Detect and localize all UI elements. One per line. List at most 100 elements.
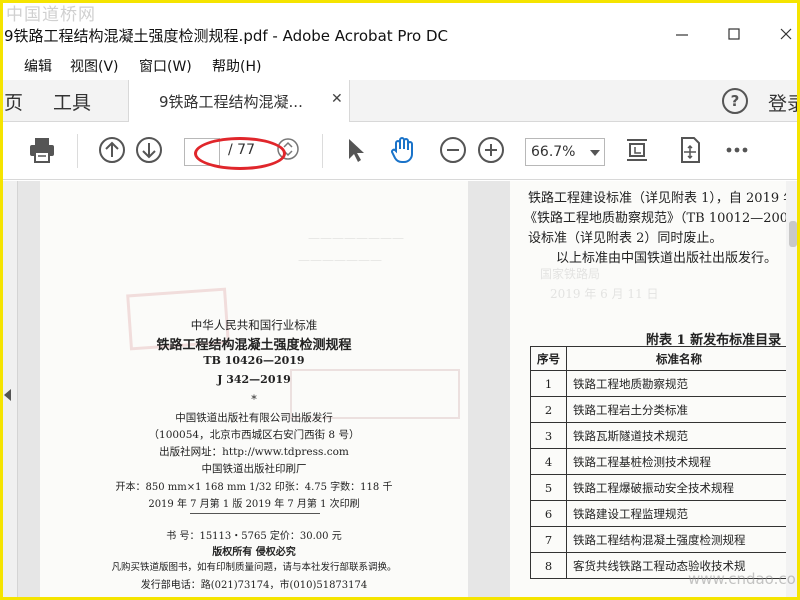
expand-page-icon	[681, 137, 700, 163]
vertical-scrollbar[interactable]	[786, 181, 800, 600]
row-standard-name: 铁路工程结构混凝土强度检测规程	[566, 526, 792, 553]
zoom-level-select[interactable]: 66.7%	[525, 138, 605, 166]
row-number: 6	[530, 500, 567, 527]
pdf-page-right: 铁路工程建设标准（详见附表 1），自 2019 年 《铁路工程地质勘察规范》（T…	[510, 181, 800, 600]
publisher-website: 出版社网址：http://www.tdpress.com	[159, 446, 349, 458]
fit-page-icon	[627, 139, 647, 161]
notice-text-line: 《铁路工程地质勘察规范》（TB 10012—2007	[524, 211, 797, 226]
column-header-number: 序号	[530, 346, 567, 371]
zoom-in-button[interactable]	[476, 135, 506, 165]
notice-text-line: 铁路工程建设标准（详见附表 1），自 2019 年	[528, 191, 797, 206]
row-number: 4	[530, 448, 567, 475]
menu-window[interactable]: 窗口(W)	[139, 56, 192, 76]
menu-edit[interactable]: 编辑	[24, 56, 52, 76]
zoom-level-value: 66.7%	[531, 144, 576, 160]
edition-info: 2019 年 7 月第 1 版 2019 年 7 月第 1 次印刷	[148, 499, 360, 510]
more-icon	[726, 147, 748, 153]
column-header-name: 标准名称	[566, 346, 792, 371]
copyright-notice: 版权所有 侵权必究	[212, 547, 296, 558]
scrollbar-thumb[interactable]	[789, 221, 797, 247]
row-standard-name: 铁路工程岩土分类标准	[566, 396, 792, 423]
row-standard-name: 铁路工程爆破振动安全技术规程	[566, 474, 792, 501]
publisher-standard-type: 中华人民共和国行业标准	[190, 318, 318, 332]
print-button[interactable]	[27, 135, 57, 165]
row-standard-name: 铁路建设工程监理规范	[566, 500, 792, 527]
bleed-through-text: 2019 年 6 月 11 日	[550, 287, 659, 301]
menu-help[interactable]: 帮助(H)	[212, 56, 261, 76]
full-screen-button[interactable]	[675, 135, 705, 165]
bleed-through-text: ———————	[298, 253, 382, 267]
arrow-down-circle-icon	[136, 137, 162, 163]
sales-phone: 发行部电话：路(021)73174，市(010)51873174	[140, 580, 368, 591]
print-icon	[30, 138, 54, 163]
pdf-page-left: ———————— ——————— 中华人民共和国行业标准 铁路工程结构混凝土强度…	[40, 181, 468, 600]
hand-icon	[391, 137, 413, 164]
standards-table: 序号 标准名称 1 铁路工程地质勘察规范 2 铁路工程岩土分类标准 3 铁路瓦斯隧道技…	[530, 346, 792, 579]
row-number: 3	[530, 422, 567, 449]
menu-view[interactable]: 视图(V)	[70, 56, 119, 76]
table-row: 6 铁路建设工程监理规范	[530, 500, 792, 527]
printer-name: 中国铁道出版社印刷厂	[201, 463, 307, 475]
sign-in-link[interactable]: 登录	[768, 89, 800, 116]
toolbar: / 77 66.7%	[0, 122, 800, 180]
title-bar: 9铁路工程结构混凝土强度检测规程.pdf - Adobe Acrobat Pro…	[0, 18, 800, 52]
help-button[interactable]: ?	[722, 88, 748, 114]
row-standard-name: 铁路瓦斯隧道技术规范	[566, 422, 792, 449]
maximize-button[interactable]	[724, 26, 744, 46]
table-row: 4 铁路工程基桩检测技术规程	[530, 448, 792, 475]
row-number: 8	[530, 552, 567, 579]
watermark-site-url: www.cndao.com	[688, 570, 800, 588]
more-tools-button[interactable]	[722, 135, 752, 165]
row-number: 7	[530, 526, 567, 553]
arrow-up-circle-icon	[99, 137, 125, 163]
watermark-site-logo: 中国道桥网	[6, 5, 96, 25]
table-row: 3 铁路瓦斯隧道技术规范	[530, 422, 792, 449]
select-tool-button[interactable]	[341, 135, 371, 165]
chevron-down-icon	[590, 150, 600, 156]
notice-text-line: 设标准（详见附表 2）同时废止。	[528, 231, 723, 246]
table-row: 5 铁路工程爆破振动安全技术规程	[530, 474, 792, 501]
book-number-price: 书 号：15113・5765 定价：30.00 元	[166, 531, 342, 542]
table-row: 2 铁路工程岩土分类标准	[530, 396, 792, 423]
publisher-address: （100054，北京市西城区右安门西街 8 号）	[148, 429, 360, 441]
hand-tool-button[interactable]	[388, 135, 418, 165]
row-number: 1	[530, 370, 567, 397]
previous-page-button[interactable]	[97, 135, 127, 165]
bleed-through-text: ————————	[308, 231, 404, 245]
close-icon	[780, 28, 792, 40]
minimize-icon	[676, 34, 688, 36]
document-view[interactable]: ———————— ——————— 中华人民共和国行业标准 铁路工程结构混凝土强度…	[0, 181, 800, 600]
toolbar-divider	[322, 134, 323, 168]
bleed-through-text: 国家铁路局	[540, 267, 601, 281]
row-number: 2	[530, 396, 567, 423]
close-tab-icon[interactable]: ✕	[331, 91, 343, 107]
minimize-button[interactable]	[672, 26, 692, 46]
left-navigation-rail[interactable]	[0, 181, 18, 600]
document-tab-label: 9铁路工程结构混凝...	[159, 93, 303, 111]
zoom-out-button[interactable]	[438, 135, 468, 165]
plus-circle-icon	[478, 137, 504, 163]
fit-page-button[interactable]	[622, 135, 652, 165]
tab-document[interactable]: 9铁路工程结构混凝... ✕	[128, 80, 350, 122]
toolbar-divider	[0, 134, 1, 168]
quality-notice: 凡购买铁道版图书，如有印制质量问题，请与本社发行部联系调换。	[111, 562, 397, 573]
close-window-button[interactable]	[776, 26, 796, 46]
maximize-icon	[728, 28, 740, 40]
window-title: 9铁路工程结构混凝土强度检测规程.pdf - Adobe Acrobat Pro…	[4, 27, 449, 45]
next-page-button[interactable]	[134, 135, 164, 165]
minus-circle-icon	[440, 137, 466, 163]
rule-line	[190, 513, 320, 514]
tab-home[interactable]: 页	[4, 88, 23, 115]
standard-code-j: J 342—2019	[217, 373, 291, 386]
tab-tools[interactable]: 工具	[53, 88, 91, 115]
notice-text-line: 以上标准由中国铁道出版社出版发行。	[556, 251, 778, 266]
expand-panel-arrow-icon[interactable]	[4, 389, 11, 401]
menu-bar: 编辑 视图(V) 窗口(W) 帮助(H)	[0, 52, 800, 78]
standard-title: 铁路工程结构混凝土强度检测规程	[156, 338, 352, 353]
row-standard-name: 铁路工程地质勘察规范	[566, 370, 792, 397]
row-number: 5	[530, 474, 567, 501]
red-annotation-circle	[194, 137, 286, 170]
table-header-row: 序号 标准名称	[530, 346, 792, 371]
row-standard-name: 铁路工程基桩检测技术规程	[566, 448, 792, 475]
tab-bar: 页 工具 9铁路工程结构混凝... ✕ ? 登录	[0, 80, 800, 122]
